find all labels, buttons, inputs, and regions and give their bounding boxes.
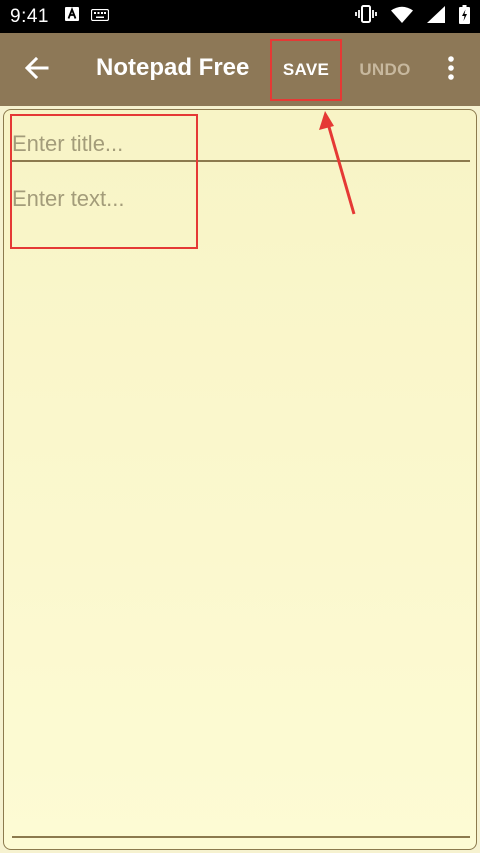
undo-button[interactable]: UNDO — [352, 39, 418, 101]
status-right-icons — [355, 4, 470, 29]
overflow-menu-button[interactable] — [434, 51, 468, 89]
overflow-menu-icon — [448, 55, 454, 85]
status-left-icons — [64, 7, 110, 26]
back-button[interactable] — [20, 53, 54, 87]
signal-icon — [427, 5, 445, 28]
bottom-divider — [12, 836, 470, 838]
save-button[interactable]: SAVE — [270, 39, 342, 101]
notification-a-icon — [64, 7, 79, 26]
text-input[interactable] — [12, 186, 466, 826]
app-bar: Notepad Free SAVE UNDO — [0, 33, 480, 106]
app-title: Notepad Free — [96, 54, 250, 81]
battery-charging-icon — [459, 4, 470, 29]
note-paper — [3, 109, 477, 850]
title-divider — [12, 160, 470, 162]
title-input[interactable] — [12, 124, 462, 164]
wifi-icon — [391, 6, 413, 28]
keyboard-icon — [90, 8, 110, 26]
status-time: 9:41 — [10, 5, 49, 27]
vibrate-icon — [355, 5, 377, 28]
back-arrow-icon — [24, 56, 49, 84]
status-bar: 9:41 — [0, 0, 480, 33]
